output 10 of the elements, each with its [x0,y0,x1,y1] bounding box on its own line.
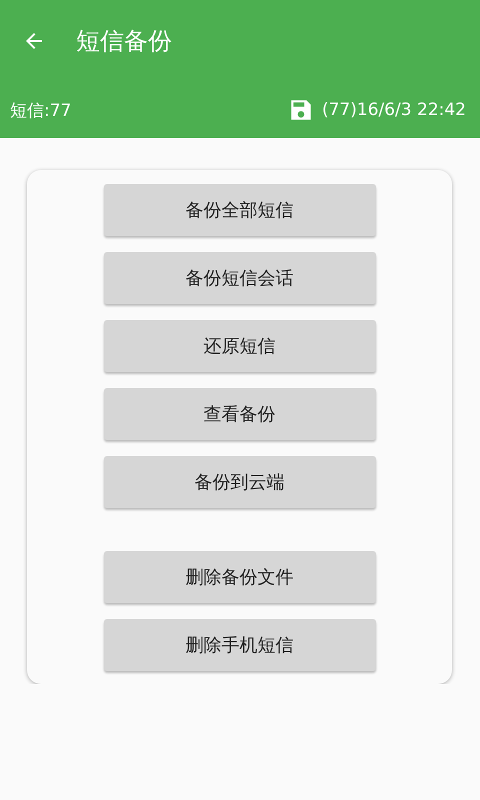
last-backup-info: (77)16/6/3 22:42 [322,100,466,120]
action-button[interactable]: 删除备份文件 [104,551,376,603]
action-button[interactable]: 还原短信 [104,320,376,372]
action-button[interactable]: 备份到云端 [104,456,376,508]
action-button[interactable]: 备份全部短信 [104,184,376,236]
message-count: 短信:77 [10,100,72,122]
screen-title: 短信备份 [76,26,172,57]
action-button[interactable]: 删除手机短信 [104,619,376,671]
action-button[interactable]: 备份短信会话 [104,252,376,304]
action-button[interactable]: 查看备份 [104,388,376,440]
